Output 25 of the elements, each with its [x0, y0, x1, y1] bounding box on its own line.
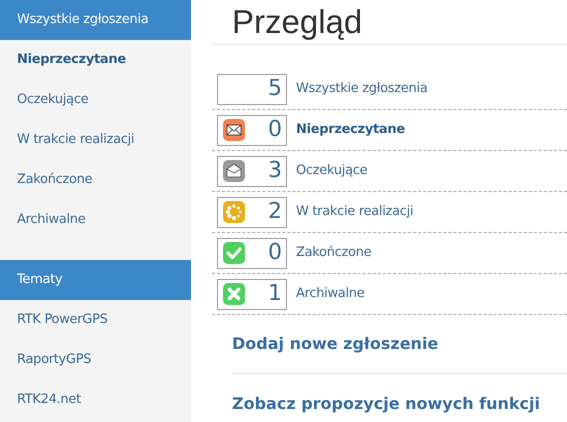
- sidebar-item[interactable]: Archiwalne: [0, 200, 191, 240]
- count-box[interactable]: 0: [217, 238, 287, 268]
- count-box[interactable]: 0: [217, 114, 287, 146]
- sidebar-item[interactable]: RTK24.net: [0, 380, 191, 420]
- sidebar-item[interactable]: Oczekujące: [0, 80, 191, 120]
- sidebar-header[interactable]: Wszystkie zgłoszenia: [0, 0, 191, 40]
- status-label[interactable]: W trakcie realizacji: [296, 202, 414, 222]
- sidebar-item[interactable]: Nieprzeczytane: [0, 40, 191, 80]
- sidebar-item[interactable]: RaportyGPS: [0, 340, 191, 380]
- count-box[interactable]: 1: [217, 278, 287, 310]
- sidebar-item[interactable]: Zakończone: [0, 160, 191, 200]
- count-box[interactable]: 2: [217, 196, 287, 228]
- action-link[interactable]: Dodaj nowe zgłoszenie: [232, 315, 567, 374]
- action-link[interactable]: Zobacz propozycje nowych funkcji: [232, 374, 567, 422]
- count-box[interactable]: 3: [217, 156, 287, 186]
- status-label[interactable]: Oczekujące: [296, 161, 368, 181]
- sidebar-item[interactable]: W trakcie realizacji: [0, 120, 191, 160]
- sidebar-item[interactable]: RTK PowerGPS: [0, 300, 191, 340]
- sidebar-header[interactable]: Tematy: [0, 260, 191, 300]
- status-label[interactable]: Wszystkie zgłoszenia: [296, 79, 428, 99]
- status-label[interactable]: Archiwalne: [296, 284, 364, 304]
- status-label[interactable]: Nieprzeczytane: [296, 120, 405, 140]
- status-label[interactable]: Zakończone: [296, 243, 372, 263]
- count-box[interactable]: 5: [217, 74, 287, 104]
- page-title: Przegląd: [232, 2, 362, 42]
